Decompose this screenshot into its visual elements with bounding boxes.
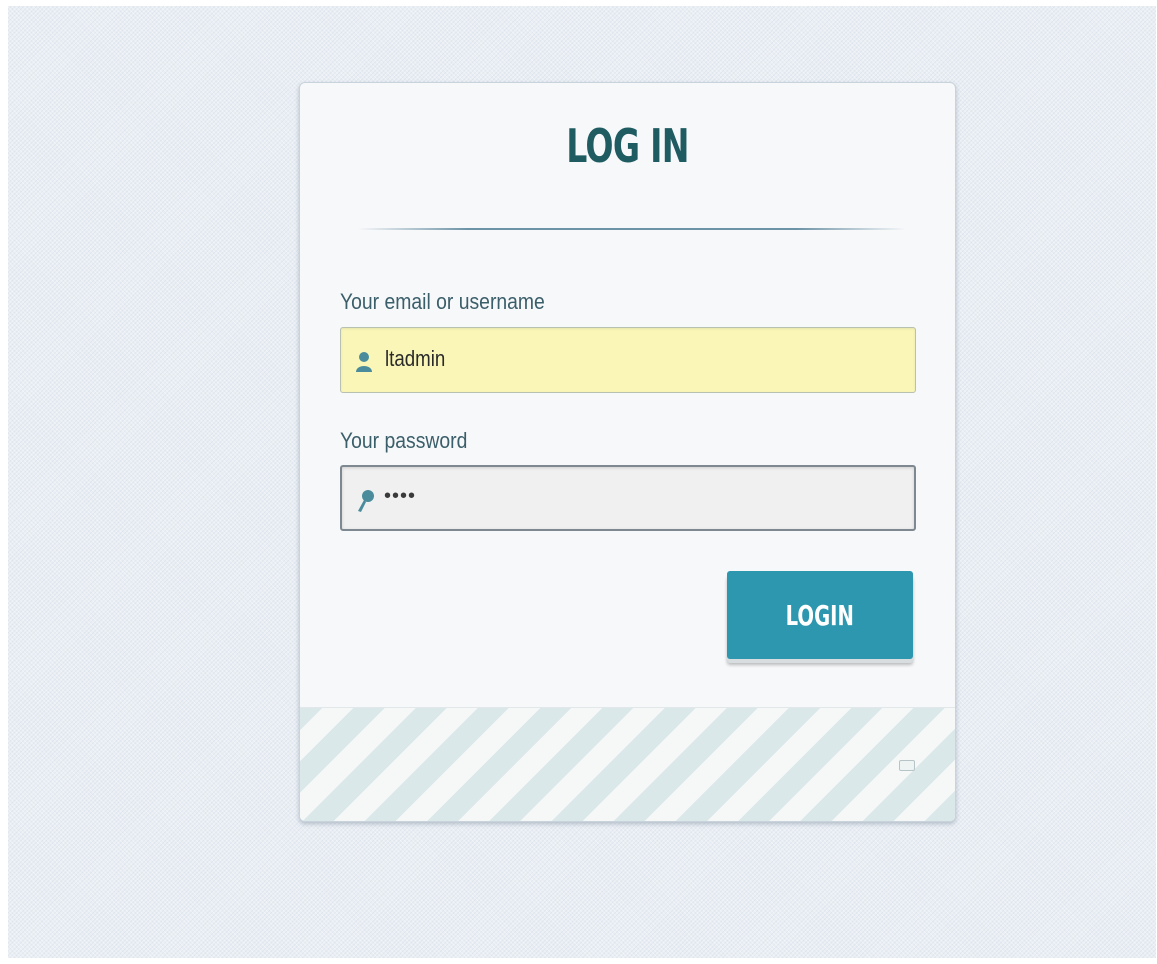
login-card: LOG IN Your email or username ltadmin Yo…	[299, 82, 956, 822]
email-value: ltadmin	[385, 346, 446, 371]
key-icon	[358, 490, 374, 512]
password-field[interactable]: ••••	[340, 465, 916, 531]
footer-toggle-icon[interactable]	[899, 760, 915, 771]
password-value: ••••	[384, 485, 417, 507]
login-button-label: LOGIN	[785, 598, 855, 632]
page-title: LOG IN	[566, 119, 689, 173]
user-icon	[356, 352, 372, 372]
title-divider	[358, 228, 906, 230]
login-button[interactable]: LOGIN	[727, 571, 913, 659]
title-area: LOG IN	[300, 123, 955, 203]
striped-footer	[300, 707, 955, 821]
password-label: Your password	[340, 428, 468, 453]
email-label: Your email or username	[340, 289, 545, 314]
email-field[interactable]: ltadmin	[340, 327, 916, 393]
